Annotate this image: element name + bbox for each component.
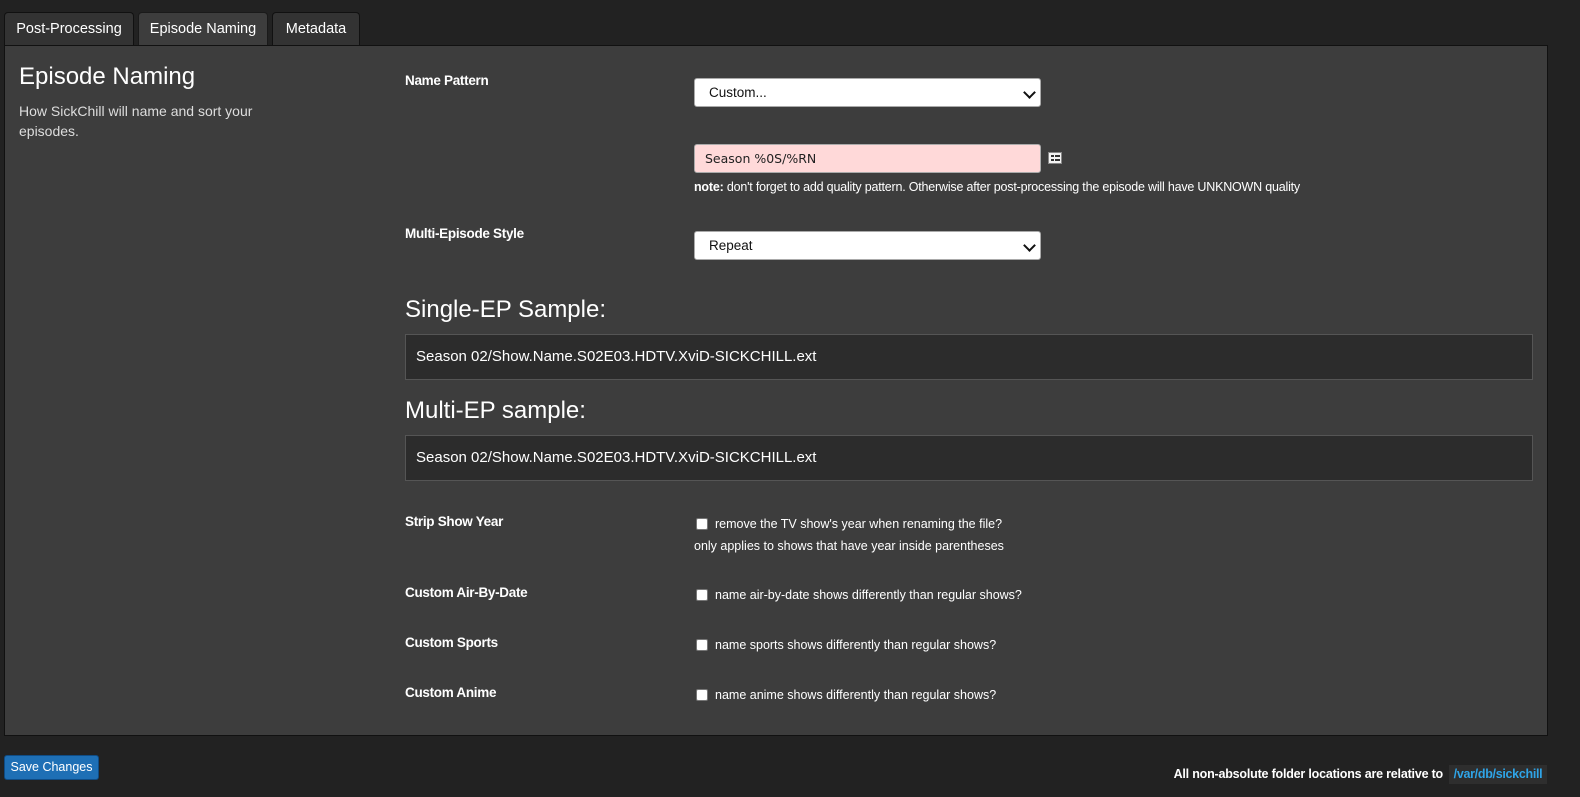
- name-pattern-selected: Custom...: [709, 85, 767, 100]
- custom-sports-label: Custom Sports: [405, 635, 498, 650]
- strip-show-year-label: Strip Show Year: [405, 514, 504, 529]
- tab-metadata[interactable]: Metadata: [272, 12, 360, 45]
- multi-episode-selected: Repeat: [709, 238, 753, 253]
- name-pattern-select[interactable]: Custom...: [694, 78, 1041, 107]
- custom-anime-label: Custom Anime: [405, 685, 497, 700]
- chevron-down-icon: [1023, 86, 1036, 99]
- multi-ep-sample-value: Season 02/Show.Name.S02E03.HDTV.XviD-SIC…: [405, 435, 1533, 481]
- strip-show-year-text: remove the TV show's year when renaming …: [715, 517, 1003, 531]
- custom-sports-text: name sports shows differently than regul…: [715, 638, 997, 652]
- custom-anime-option: name anime shows differently than regula…: [694, 688, 996, 702]
- chevron-down-icon: [1023, 239, 1036, 252]
- custom-air-by-date-checkbox[interactable]: [696, 588, 708, 601]
- strip-show-year-checkbox[interactable]: [696, 517, 708, 530]
- custom-air-by-date-label: Custom Air-By-Date: [405, 585, 528, 600]
- tab-post-processing[interactable]: Post-Processing: [4, 12, 134, 45]
- multi-episode-style-label: Multi-Episode Style: [405, 226, 524, 241]
- custom-pattern-input[interactable]: Season %0S/%RN: [694, 144, 1041, 173]
- custom-sports-checkbox[interactable]: [696, 638, 708, 651]
- list-icon[interactable]: [1048, 152, 1062, 164]
- folder-location-note: All non-absolute folder locations are re…: [1173, 767, 1444, 781]
- custom-anime-text: name anime shows differently than regula…: [715, 688, 997, 702]
- save-changes-button[interactable]: Save Changes: [4, 755, 99, 780]
- multi-episode-style-select[interactable]: Repeat: [694, 231, 1041, 260]
- tab-episode-naming[interactable]: Episode Naming: [138, 12, 268, 46]
- strip-show-year-option: remove the TV show's year when renaming …: [694, 517, 1002, 531]
- single-ep-sample-title: Single-EP Sample:: [405, 296, 606, 323]
- custom-air-by-date-option: name air-by-date shows differently than …: [694, 588, 1022, 602]
- custom-air-by-date-text: name air-by-date shows differently than …: [715, 588, 1022, 602]
- episode-naming-panel: Episode Naming How SickChill will name a…: [4, 45, 1548, 736]
- single-ep-sample-value: Season 02/Show.Name.S02E03.HDTV.XviD-SIC…: [405, 334, 1533, 380]
- quality-note: note: don't forget to add quality patter…: [694, 180, 1300, 194]
- custom-anime-checkbox[interactable]: [696, 688, 708, 701]
- note-prefix: note:: [694, 180, 724, 194]
- name-pattern-label: Name Pattern: [405, 73, 489, 88]
- custom-sports-option: name sports shows differently than regul…: [694, 638, 996, 652]
- section-title: Episode Naming: [19, 63, 196, 90]
- section-description: How SickChill will name and sort your ep…: [19, 103, 253, 139]
- multi-ep-sample-title: Multi-EP sample:: [405, 397, 586, 424]
- data-dir-path: /var/db/sickchill: [1449, 765, 1547, 784]
- strip-show-year-subnote: only applies to shows that have year ins…: [694, 539, 1004, 553]
- note-text: don't forget to add quality pattern. Oth…: [723, 180, 1300, 194]
